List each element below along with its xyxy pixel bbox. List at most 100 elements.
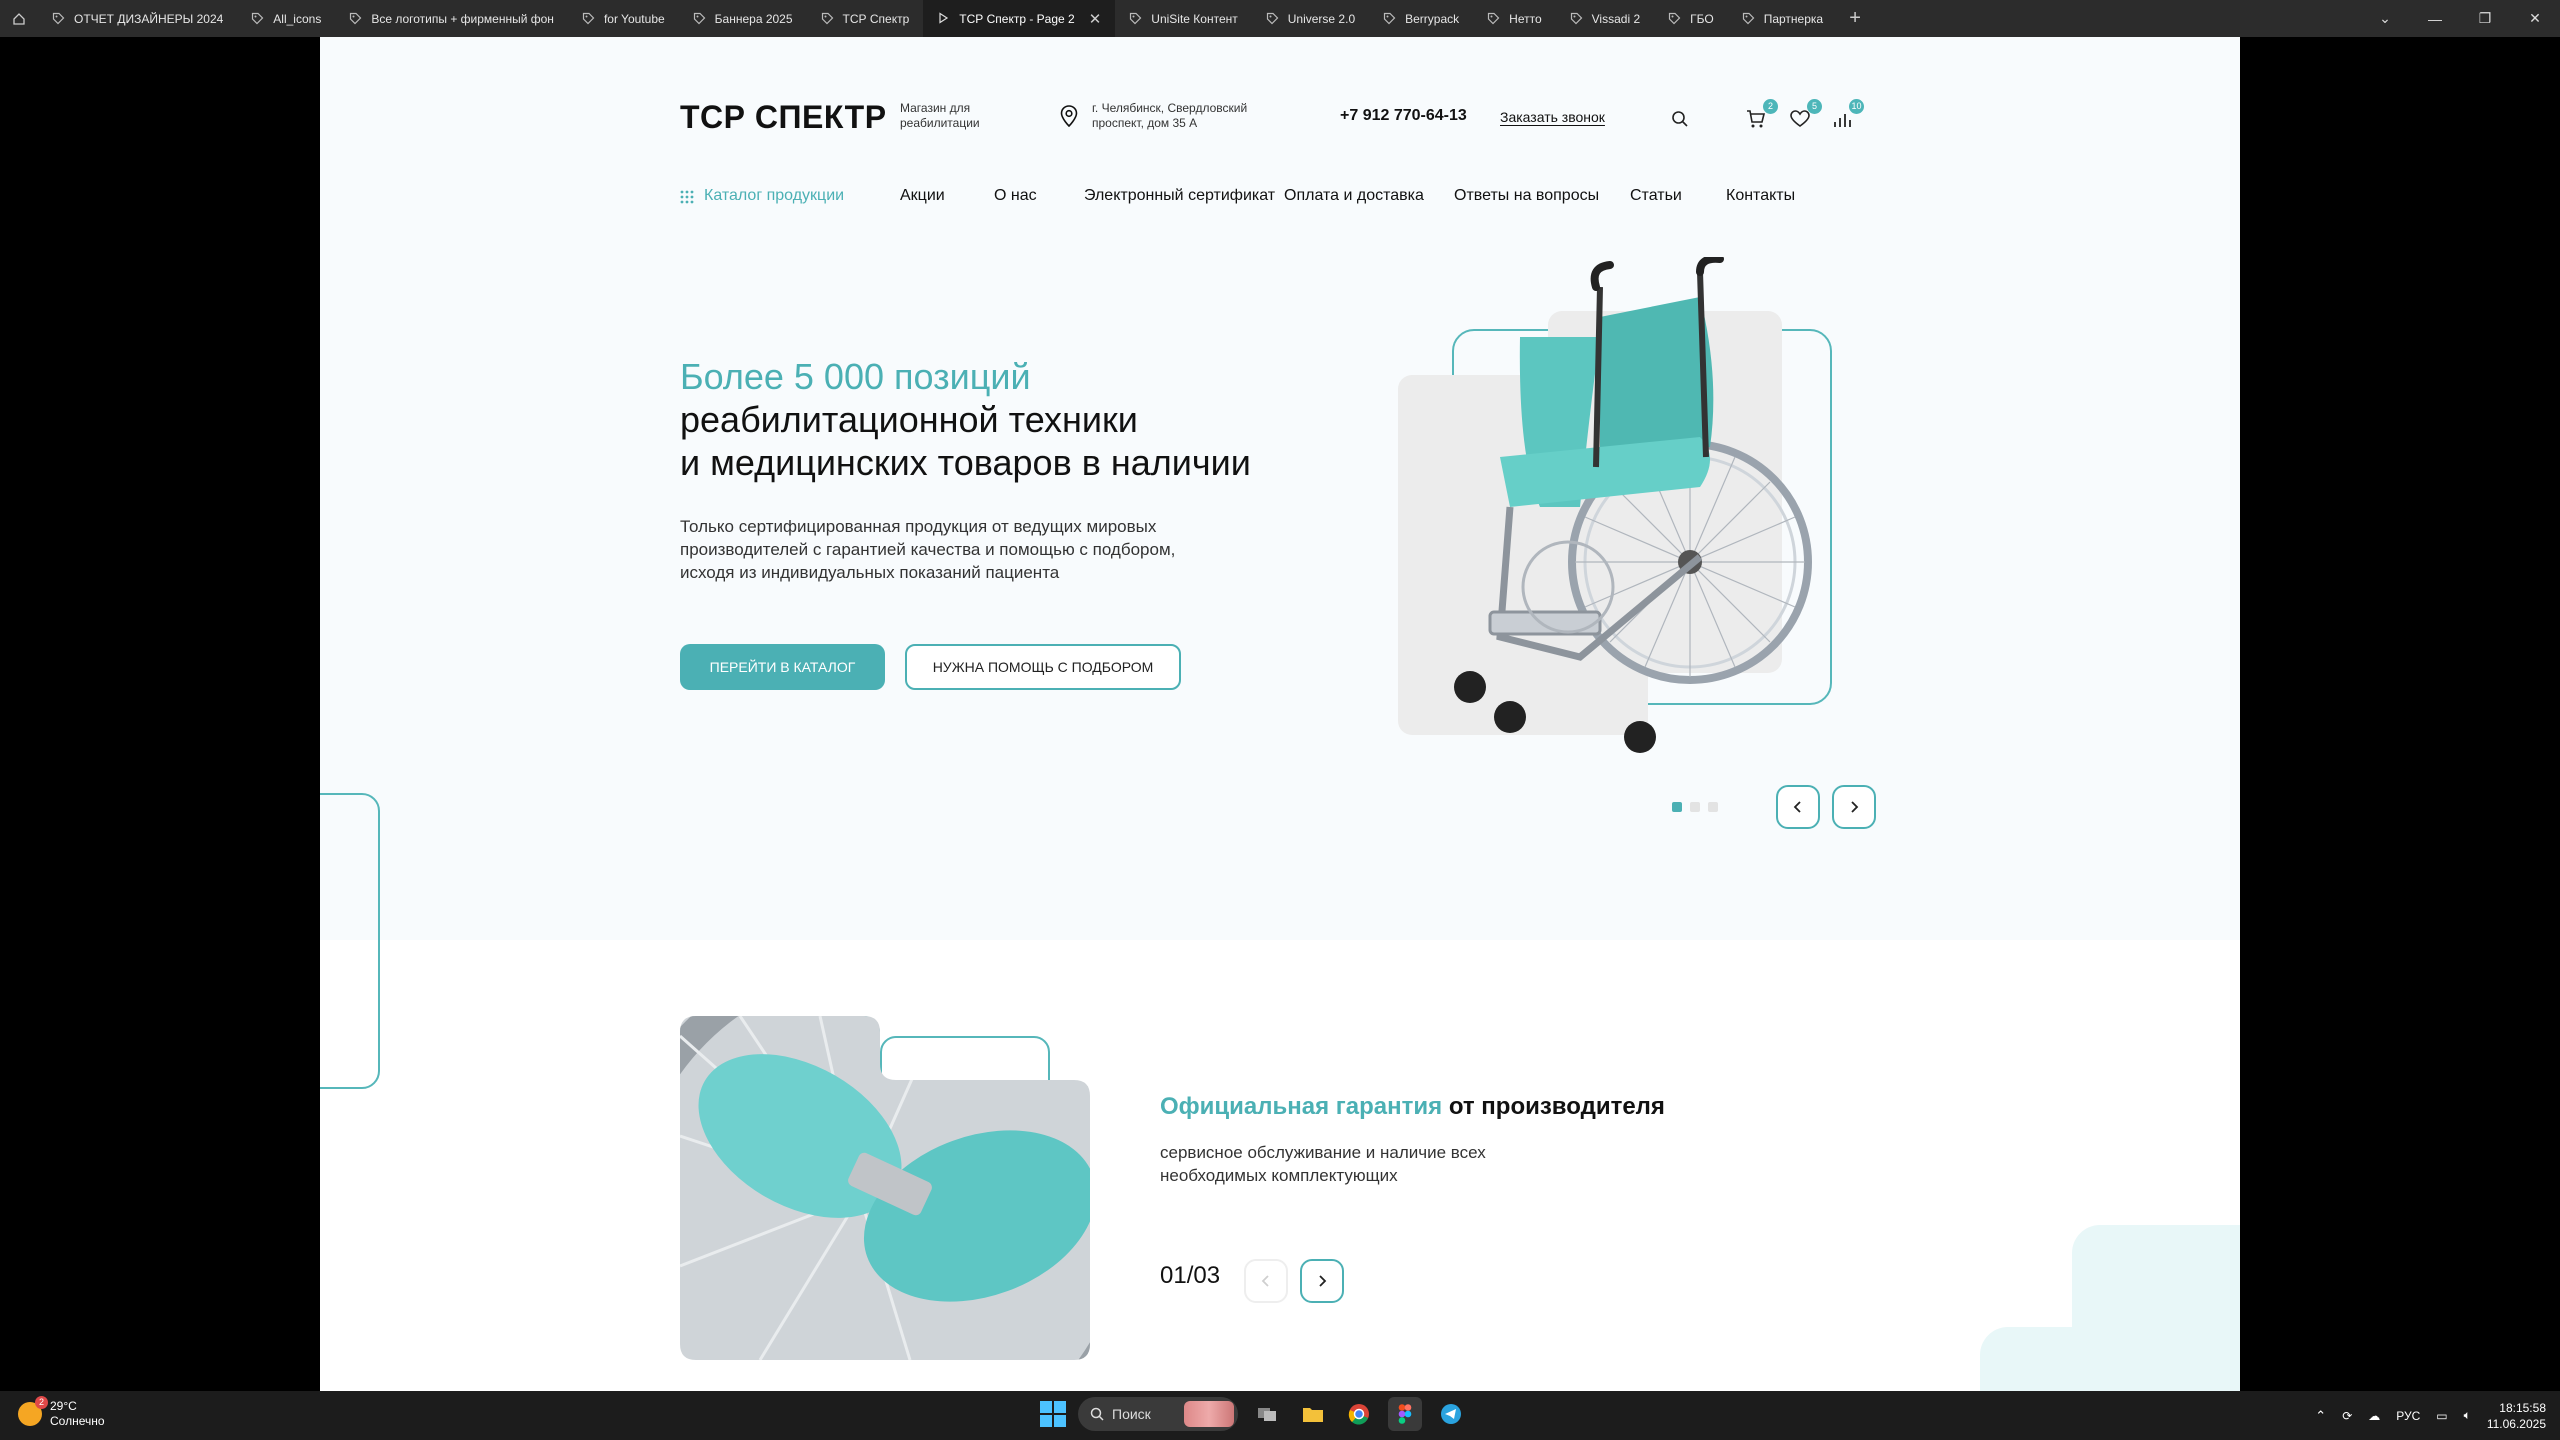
- tag-icon: [1668, 12, 1682, 26]
- telegram-icon[interactable]: [1434, 1397, 1468, 1431]
- figma-tab[interactable]: for Youtube: [568, 0, 679, 37]
- file-explorer-icon[interactable]: [1296, 1397, 1330, 1431]
- chevron-left-icon: [1261, 1275, 1269, 1287]
- figma-tab[interactable]: Нетто: [1473, 0, 1555, 37]
- favorites-count-badge: 5: [1807, 99, 1822, 114]
- nav-item-faq[interactable]: Ответы на вопросы: [1454, 187, 1599, 205]
- figma-tab[interactable]: ТСР Спектр: [807, 0, 924, 37]
- figma-canvas[interactable]: ТСР СПЕКТР Магазин для реабилитации г. Ч…: [0, 37, 2560, 1391]
- figma-tab[interactable]: Баннера 2025: [679, 0, 807, 37]
- figma-tab[interactable]: Universe 2.0: [1252, 0, 1369, 37]
- system-tray: ⌃ ⟳ ☁ РУС ▭ 🔈︎ 18:15:58 11.06.2025: [2315, 1391, 2560, 1440]
- taskbar-apps: Поиск: [1040, 1397, 1468, 1431]
- slider-dot[interactable]: [1672, 802, 1682, 812]
- tag-icon: [1383, 12, 1397, 26]
- warranty-title-rest: от производителя: [1442, 1093, 1665, 1120]
- minimize-icon[interactable]: —: [2410, 0, 2460, 37]
- cloud-icon[interactable]: ☁: [2368, 1409, 2380, 1423]
- chevron-down-icon[interactable]: ⌄: [2360, 0, 2410, 37]
- nav-item-about[interactable]: О нас: [994, 187, 1037, 205]
- nav-item-catalog[interactable]: Каталог продукции: [704, 187, 844, 205]
- figma-tab-label: Berrypack: [1405, 11, 1460, 26]
- volume-icon[interactable]: 🔈︎: [2464, 1408, 2471, 1423]
- figma-tab[interactable]: ТСР Спектр - Page 2 ✕: [923, 0, 1116, 37]
- chevron-up-icon[interactable]: ⌃: [2315, 1408, 2326, 1424]
- close-tab-icon[interactable]: ✕: [1089, 10, 1102, 28]
- figma-tab-label: Баннера 2025: [714, 11, 793, 26]
- hero-next-button[interactable]: [1832, 785, 1876, 829]
- hero-background: [320, 37, 2240, 940]
- decorative-block: [1980, 1327, 2130, 1391]
- clock-date: 11.06.2025: [2486, 1416, 2546, 1431]
- slider-dots: [1672, 802, 1718, 812]
- figma-tab-label: Vissadi 2: [1591, 11, 1641, 26]
- tag-icon: [582, 12, 596, 26]
- home-icon[interactable]: [0, 0, 38, 37]
- selection-help-button[interactable]: НУЖНА ПОМОЩЬ С ПОДБОРОМ: [905, 644, 1181, 690]
- chevron-right-icon: [1319, 1275, 1327, 1287]
- phone-number[interactable]: +7 912 770-64-13: [1340, 107, 1467, 125]
- temperature: 29°C: [50, 1399, 77, 1413]
- tag-icon: [821, 12, 835, 26]
- chevron-right-icon: [1851, 801, 1859, 813]
- figma-tab-label: Universe 2.0: [1287, 11, 1356, 26]
- tag-icon: [1129, 12, 1143, 26]
- figma-tab-label: ОТЧЕТ ДИЗАЙНЕРЫ 2024: [74, 11, 224, 26]
- warranty-subtitle: сервисное обслуживание и наличие всех не…: [1160, 1143, 1486, 1185]
- search-highlight-image: [1184, 1401, 1234, 1427]
- nav-item-e-certificate[interactable]: Электронный сертификат: [1084, 187, 1275, 205]
- tag-icon: [693, 12, 707, 26]
- sync-icon[interactable]: ⟳: [2342, 1409, 2352, 1423]
- figma-icon[interactable]: [1388, 1397, 1422, 1431]
- compare-bars-icon[interactable]: 10: [1828, 99, 1864, 133]
- figma-tab[interactable]: ОТЧЕТ ДИЗАЙНЕРЫ 2024: [38, 0, 237, 37]
- hero-title-line3: и медицинских товаров в наличии: [680, 442, 1251, 483]
- figma-tab[interactable]: Berrypack: [1369, 0, 1473, 37]
- weather-widget[interactable]: 2 29°C Солнечно: [18, 1396, 105, 1429]
- nav-item-articles[interactable]: Статьи: [1630, 187, 1682, 205]
- figma-tab[interactable]: Все логотипы + фирменный фон: [335, 0, 568, 37]
- warranty-prev-button[interactable]: [1244, 1259, 1288, 1303]
- slide-counter: 01/03: [1160, 1262, 1221, 1289]
- restore-icon[interactable]: ❐: [2460, 0, 2510, 37]
- warranty-title-highlight: Официальная гарантия: [1160, 1093, 1443, 1120]
- search-icon[interactable]: [1666, 105, 1694, 133]
- network-icon[interactable]: ▭: [2436, 1409, 2447, 1423]
- heart-icon[interactable]: 5: [1786, 99, 1822, 133]
- callback-link[interactable]: Заказать звонок: [1500, 109, 1605, 125]
- figma-tab-bar: ОТЧЕТ ДИЗАЙНЕРЫ 2024 All_icons Все логотип…: [0, 0, 2560, 37]
- slider-dot[interactable]: [1708, 802, 1718, 812]
- hero-title-line2: реабилитационной техники: [680, 399, 1138, 440]
- figma-tab-label: ТСР Спектр - Page 2: [959, 11, 1075, 26]
- task-view-icon[interactable]: [1250, 1397, 1284, 1431]
- go-to-catalog-button[interactable]: ПЕРЕЙТИ В КАТАЛОГ: [680, 644, 885, 690]
- clock[interactable]: 18:15:58 11.06.2025: [2487, 1400, 2546, 1432]
- figma-tab[interactable]: All_icons: [237, 0, 335, 37]
- taskbar-search[interactable]: Поиск: [1078, 1397, 1238, 1431]
- figma-tab[interactable]: Партнерка: [1728, 0, 1837, 37]
- nav-item-promotions[interactable]: Акции: [900, 187, 945, 205]
- nav-item-contacts[interactable]: Контакты: [1726, 187, 1795, 205]
- cart-icon[interactable]: 2: [1742, 99, 1778, 133]
- figma-tab-label: Все логотипы + фирменный фон: [371, 11, 554, 26]
- play-icon: [937, 11, 951, 26]
- warranty-next-button[interactable]: [1300, 1259, 1344, 1303]
- warranty-title: Официальная гарантия от производителя: [1160, 1093, 1665, 1121]
- tag-icon: [349, 12, 363, 26]
- figma-tab[interactable]: UniSite Контент: [1115, 0, 1251, 37]
- sun-icon: 2: [18, 1396, 48, 1426]
- nav-item-payment-delivery[interactable]: Оплата и доставка: [1284, 187, 1424, 205]
- decorative-outline-left: [320, 793, 380, 1089]
- chrome-icon[interactable]: [1342, 1397, 1376, 1431]
- close-window-icon[interactable]: ✕: [2510, 0, 2560, 37]
- figma-tab[interactable]: Vissadi 2: [1556, 0, 1654, 37]
- language-indicator[interactable]: РУС: [2396, 1409, 2420, 1423]
- site-logo[interactable]: ТСР СПЕКТР: [680, 99, 887, 136]
- hero-title: Более 5 000 позиций реабилитационной тех…: [680, 355, 1251, 484]
- figma-tab[interactable]: ГБО: [1654, 0, 1728, 37]
- slider-dot[interactable]: [1690, 802, 1700, 812]
- hero-prev-button[interactable]: [1776, 785, 1820, 829]
- windows-start-icon[interactable]: [1040, 1401, 1066, 1427]
- windows-taskbar: 2 29°C Солнечно Поиск ⌃ ⟳ ☁ РУС ▭ 🔈︎ 18:…: [0, 1391, 2560, 1440]
- new-tab-icon[interactable]: +: [1837, 7, 1873, 30]
